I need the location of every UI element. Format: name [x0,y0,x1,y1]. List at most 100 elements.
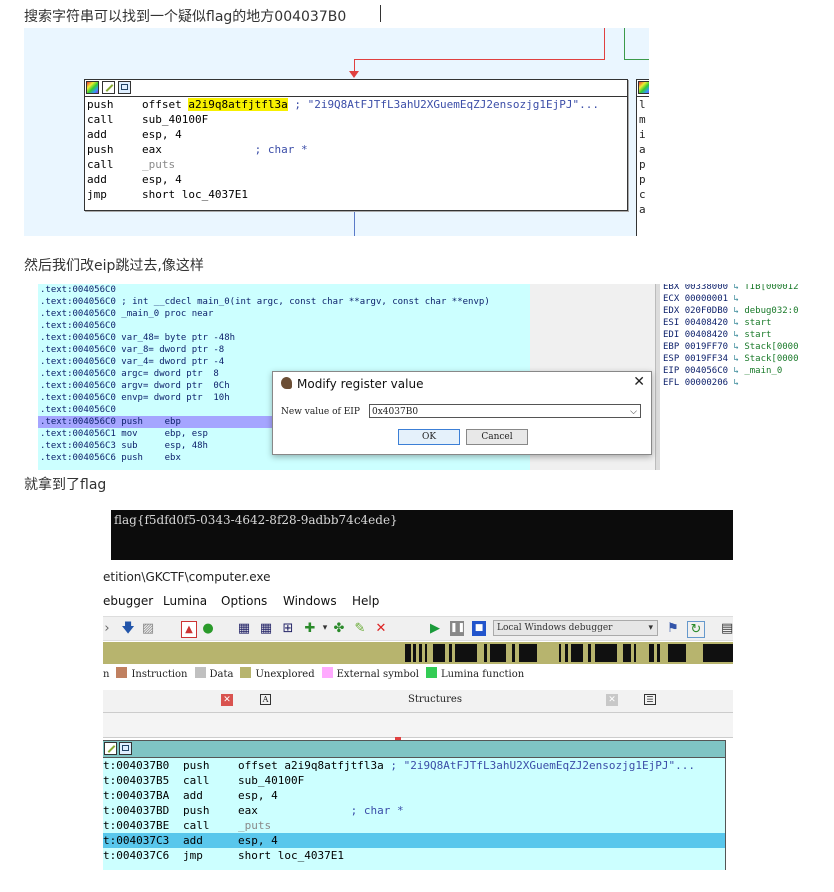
chevron-right-icon[interactable]: › [103,621,111,636]
code-line[interactable]: .text:004056C0 var_4= dword ptr -4 [38,356,530,368]
menu-help[interactable]: Help [352,594,379,608]
asm-line[interactable]: t:004037BA add esp, 4 [103,788,725,803]
add-struct-icon[interactable]: ▦ [236,621,252,636]
asm-line[interactable]: call sub_40100F [85,112,627,127]
asm-line[interactable]: push eax ; char * [85,142,627,157]
image-icon[interactable]: ▨ [141,621,155,636]
asm-line[interactable]: t:004037B5 call sub_40100F [103,773,725,788]
mnemonic: jmp [183,849,203,862]
register-ref: start [744,330,772,340]
close-tab-icon[interactable]: ✕ [606,694,618,706]
register-row[interactable]: ESP 0019FF34 ↳ Stack[0000 [660,353,816,365]
close-icon[interactable]: ✕ [374,621,388,636]
register-row[interactable]: EDI 00408420 ↳ start [660,329,816,341]
close-icon[interactable]: ✕ [633,374,645,390]
stop-icon[interactable]: ■ [472,621,486,636]
register-row[interactable]: ESI 00408420 ↳ start [660,317,816,329]
navband-segment [433,644,445,662]
breakpoint-warning-icon[interactable]: ▲ [181,621,197,638]
asm-line[interactable]: t:004037B0 push offset a2i9q8atfjtfl3a ; "… [103,758,725,773]
asm-line[interactable]: t:004037C6 jmp short loc_4037E1 [103,848,725,863]
register-value: 004056C0 [684,366,729,376]
graph-view-icon[interactable] [118,81,131,94]
jump-arrow-icon: ↳ [728,306,745,316]
register-row[interactable]: ECX 00000001 ↳ [660,293,816,305]
address: t:004037BD [103,804,170,817]
list-icon[interactable]: ☰ [644,694,656,705]
graph-edge-green [624,59,649,60]
code-line[interactable]: .text:004056C0 var_48= byte ptr -48h [38,332,530,344]
menu-lumina[interactable]: Lumina [163,594,207,608]
asm-line[interactable]: t:004037BD push eax ; char * [103,803,725,818]
comment: ; char * [257,804,404,817]
register-name: EDX [663,306,680,316]
operand: esp, 4 [142,127,182,142]
add-enum-icon[interactable]: ▦ [258,621,274,636]
register-row[interactable]: EDX 020F0DB0 ↳ debug032:0 [660,305,816,317]
code-line[interactable]: .text:004056C0 [38,284,530,296]
address: t:004037B5 [103,774,170,787]
pen-edit-icon[interactable]: ✎ [353,621,367,636]
menu-options[interactable]: Options [221,594,267,608]
menu-windows[interactable]: Windows [283,594,337,608]
menu-debugger[interactable]: ebugger [103,594,153,608]
code-line[interactable]: .text:004056C0 _main_0 proc near [38,308,530,320]
operand: esp, 4 [238,833,278,848]
register-row[interactable]: EBP 0019FF70 ↳ Stack[0000 [660,341,816,353]
graph-node[interactable]: push offset a2i9q8atfjtfl3a ; "2i9Q8AtFJT… [84,79,628,211]
asm-line[interactable]: push offset a2i9q8atfjtfl3a ; "2i9Q8AtFJT… [85,97,627,112]
asm-line[interactable]: t:004037BE call _puts [103,818,725,833]
modify-register-dialog[interactable]: Modify register value ✕ New value of EIP… [272,371,652,455]
mnemonic: add [183,834,203,847]
ida-graph-view[interactable]: push offset a2i9q8atfjtfl3a ; "2i9Q8AtFJT… [24,28,649,236]
chevron-down-icon[interactable]: ⌵ [630,405,637,419]
cancel-button[interactable]: Cancel [466,429,528,445]
list-icon[interactable]: ▤ [721,621,733,636]
graph-node-partial[interactable]: lmiappca [636,79,649,236]
color-palette-icon[interactable] [86,81,99,94]
operand-text: sub_40100F [142,113,209,126]
asm-line[interactable]: add esp, 4 [85,172,627,187]
subtoolbar [103,713,733,738]
play-icon[interactable]: ▶ [428,621,442,636]
asm-fragment: l [639,98,646,111]
asm-line[interactable]: call _puts [85,157,627,172]
pause-icon[interactable]: ❚❚ [450,621,465,636]
asm-line[interactable]: jmp short loc_4037E1 [85,187,627,202]
register-name: EFL [663,378,680,388]
section2-heading: 然后我们改eip跳过去,像这样 [24,258,204,274]
registers-view[interactable]: EBX 00338000 ↳ TIB[000012 ECX 00000001 ↳ … [660,284,816,470]
debugger-select[interactable]: Local Windows debugger ▾ [493,620,658,636]
navband-segment [623,644,631,662]
asm-line[interactable]: add esp, 4 [85,127,627,142]
debug-options-icon[interactable]: ⚑ [665,621,681,636]
ok-button[interactable]: OK [398,429,460,445]
register-value: 00000001 [684,294,729,304]
step-into-icon[interactable]: 🡇 [121,621,135,636]
run-circle-icon[interactable]: ● [201,621,215,636]
puzzle-icon[interactable]: ✤ [332,621,346,636]
register-row[interactable]: EFL 00000206 ↳ [660,377,816,389]
asm-line[interactable]: t:004037C3 add esp, 4 [103,833,725,848]
attach-process-icon[interactable]: ↻ [687,621,705,638]
add-segment-icon[interactable]: ⊞ [280,621,296,636]
register-ref: Stack[0000 [744,354,799,364]
eip-value-input[interactable]: 0x4037B0 ⌵ [369,404,641,418]
mnemonic: add [87,173,107,186]
code-line[interactable]: .text:004056C0 ; int __cdecl main_0(int … [38,296,530,308]
code-line[interactable]: .text:004056C0 [38,320,530,332]
graph-view-icon[interactable] [119,742,132,755]
pen-edit-icon[interactable] [102,81,115,94]
close-tab-icon[interactable]: ✕ [221,694,233,706]
ida-graph-view[interactable]: t:004037B0 push offset a2i9q8atfjtfl3a ; "… [103,740,726,870]
tab-structures[interactable]: Structures [408,694,462,705]
pen-edit-icon[interactable] [104,742,117,755]
code-line[interactable]: .text:004056C0 var_8= dword ptr -8 [38,344,530,356]
add-function-icon[interactable]: ✚ [302,621,318,636]
color-palette-icon[interactable] [638,81,649,94]
chevron-down-icon[interactable]: ▾ [321,621,329,636]
register-row[interactable]: EIP 004056C0 ↳ _main_0 [660,365,816,377]
navigation-band[interactable] [103,642,733,664]
register-row[interactable]: EBX 00338000 ↳ TIB[000012 [660,284,816,293]
operand: esp, 4 [142,172,182,187]
